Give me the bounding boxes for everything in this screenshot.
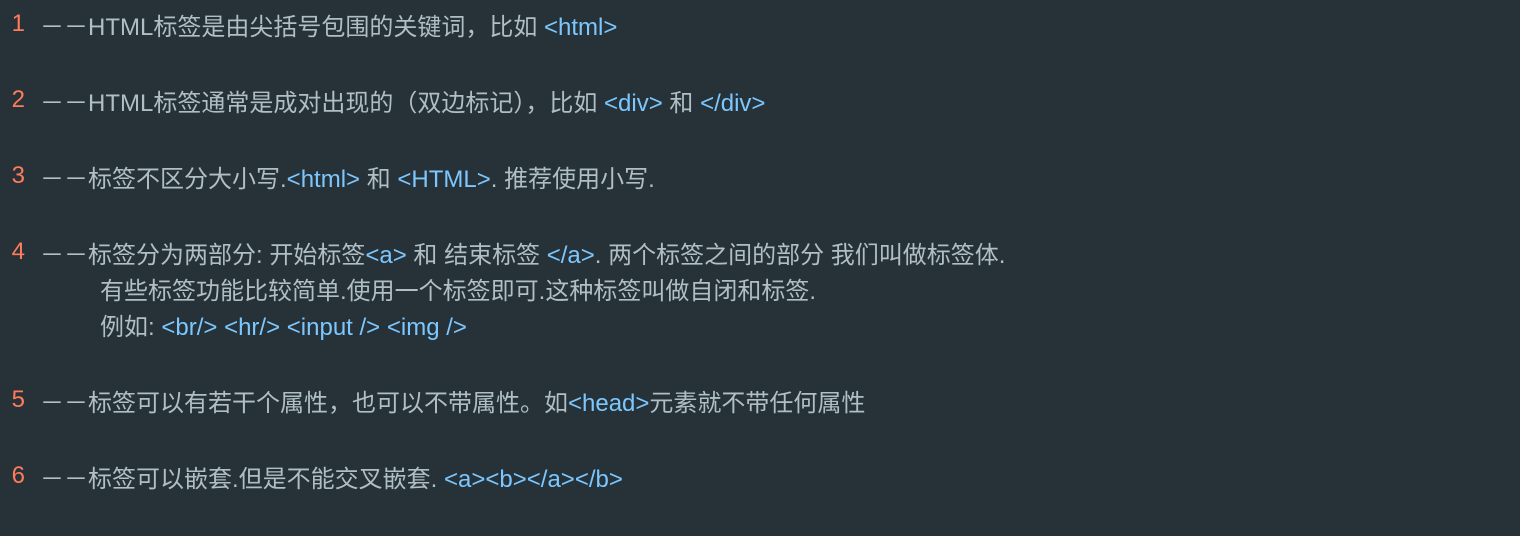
code-line: 2－－HTML标签通常是成对出现的（双边标记），比如 <div> 和 </div… (0, 86, 1520, 122)
line-number: 5 (0, 386, 40, 414)
code-line: 1－－HTML标签是由尖括号包围的关键词，比如 <html> (0, 10, 1520, 46)
html-tag-text: <input /> (287, 314, 380, 341)
line-content: －－标签可以有若干个属性，也可以不带属性。如<head>元素就不带任何属性 (40, 386, 1520, 422)
html-tag-text: <head> (568, 390, 649, 417)
code-text (280, 314, 287, 341)
html-tag-text: <a> (365, 242, 406, 269)
code-text: －－标签分为两部分: 开始标签 (40, 242, 365, 269)
code-text: －－标签可以嵌套.但是不能交叉嵌套. (40, 466, 444, 493)
line-text-continuation: 有些标签功能比较简单.使用一个标签即可.这种标签叫做自闭和标签. (40, 274, 1520, 310)
line-text: －－标签分为两部分: 开始标签<a> 和 结束标签 </a>. 两个标签之间的部… (40, 238, 1520, 274)
line-number: 2 (0, 86, 40, 114)
code-text (380, 314, 387, 341)
code-text: . 两个标签之间的部分 我们叫做标签体. (595, 242, 1006, 269)
html-tag-text: <br/> (161, 314, 217, 341)
code-text: 和 (663, 90, 700, 117)
code-text: 例如: (100, 314, 161, 341)
html-tag-text: <a><b></a></b> (444, 466, 623, 493)
code-editor-view: 1－－HTML标签是由尖括号包围的关键词，比如 <html> 2－－HTML标签通… (0, 10, 1520, 498)
line-text: －－标签不区分大小写.<html> 和 <HTML>. 推荐使用小写. (40, 162, 1520, 198)
line-content: －－HTML标签通常是成对出现的（双边标记），比如 <div> 和 </div> (40, 86, 1520, 122)
html-tag-text: <div> (604, 90, 663, 117)
line-text: －－标签可以有若干个属性，也可以不带属性。如<head>元素就不带任何属性 (40, 386, 1520, 422)
code-line: 6－－标签可以嵌套.但是不能交叉嵌套. <a><b></a></b> (0, 462, 1520, 498)
html-tag-text: <html> (287, 166, 360, 193)
code-text: 元素就不带任何属性 (649, 390, 865, 417)
line-text: －－HTML标签通常是成对出现的（双边标记），比如 <div> 和 </div> (40, 86, 1520, 122)
line-content: －－标签可以嵌套.但是不能交叉嵌套. <a><b></a></b> (40, 462, 1520, 498)
line-content: －－标签不区分大小写.<html> 和 <HTML>. 推荐使用小写. (40, 162, 1520, 198)
code-text: －－HTML标签是由尖括号包围的关键词，比如 (40, 14, 544, 41)
line-content: －－标签分为两部分: 开始标签<a> 和 结束标签 </a>. 两个标签之间的部… (40, 238, 1520, 346)
code-text: 和 结束标签 (407, 242, 547, 269)
code-text: －－标签不区分大小写. (40, 166, 287, 193)
line-number: 3 (0, 162, 40, 190)
code-text: . 推荐使用小写. (491, 166, 655, 193)
html-tag-text: <HTML> (397, 166, 490, 193)
line-content: －－HTML标签是由尖括号包围的关键词，比如 <html> (40, 10, 1520, 46)
line-text: －－HTML标签是由尖括号包围的关键词，比如 <html> (40, 10, 1520, 46)
line-number: 4 (0, 238, 40, 266)
code-line: 3－－标签不区分大小写.<html> 和 <HTML>. 推荐使用小写. (0, 162, 1520, 198)
html-tag-text: <img /> (387, 314, 467, 341)
html-tag-text: </a> (547, 242, 595, 269)
code-line: 5－－标签可以有若干个属性，也可以不带属性。如<head>元素就不带任何属性 (0, 386, 1520, 422)
html-tag-text: <hr/> (224, 314, 280, 341)
code-text: －－标签可以有若干个属性，也可以不带属性。如 (40, 390, 568, 417)
code-text: 和 (360, 166, 397, 193)
html-tag-text: </div> (700, 90, 765, 117)
line-number: 1 (0, 10, 40, 38)
code-line: 4－－标签分为两部分: 开始标签<a> 和 结束标签 </a>. 两个标签之间的… (0, 238, 1520, 346)
code-text: 有些标签功能比较简单.使用一个标签即可.这种标签叫做自闭和标签. (100, 278, 816, 305)
html-tag-text: <html> (544, 14, 617, 41)
line-text-continuation: 例如: <br/> <hr/> <input /> <img /> (40, 310, 1520, 346)
line-text: －－标签可以嵌套.但是不能交叉嵌套. <a><b></a></b> (40, 462, 1520, 498)
code-text: －－HTML标签通常是成对出现的（双边标记），比如 (40, 90, 604, 117)
line-number: 6 (0, 462, 40, 490)
